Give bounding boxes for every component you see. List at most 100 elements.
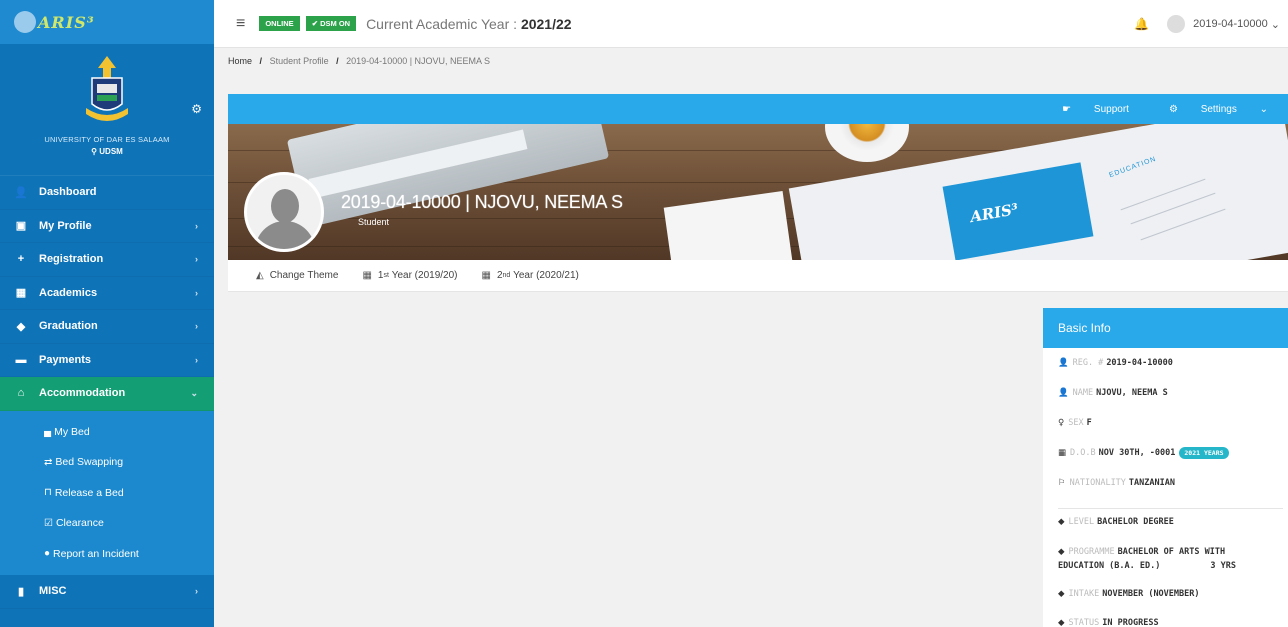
- chevron-right-icon: ›: [195, 354, 198, 365]
- info-key: SEX: [1068, 418, 1084, 428]
- submenu-item-label: Report an Incident: [53, 547, 139, 560]
- info-key: PROGRAMME: [1068, 547, 1115, 557]
- submenu-item-release-bed[interactable]: ⊓ Release a Bed: [0, 478, 214, 509]
- breadcrumb-section[interactable]: Student Profile: [270, 56, 329, 66]
- logo-mark-icon: [14, 11, 36, 33]
- info-value: 3 YRS: [1210, 561, 1236, 571]
- clipboard-check-icon: ☑: [44, 517, 53, 529]
- accommodation-submenu: ▄ My Bed ⇄ Bed Swapping ⊓ Release a Bed …: [0, 410, 214, 575]
- info-value: IN PROGRESS: [1102, 618, 1159, 627]
- breadcrumb-separator: /: [336, 56, 339, 66]
- topbar: ≡ ONLINE ✔ DSM ON Current Academic Year …: [214, 0, 1288, 48]
- sidebar-item-misc[interactable]: ▮ MISC ›: [0, 575, 214, 609]
- plus-icon: +: [17, 253, 25, 266]
- breadcrumb-separator: /: [259, 56, 263, 66]
- sidebar-item-academics[interactable]: ▦ Academics ›: [0, 277, 214, 310]
- online-badge: ONLINE: [259, 16, 300, 31]
- notification-bell-icon[interactable]: 🔔: [1134, 17, 1149, 31]
- info-row-intake: ◆ INTAKE NOVEMBER (NOVEMBER): [1058, 589, 1200, 599]
- settings-label: Settings: [1200, 103, 1237, 115]
- info-key: NAME: [1072, 388, 1094, 398]
- bag-icon: ▮: [17, 585, 25, 598]
- chevron-right-icon: ›: [195, 287, 198, 298]
- breadcrumb-home[interactable]: Home: [228, 56, 252, 66]
- book-icon: ▦: [15, 287, 27, 300]
- tab-first-year[interactable]: ▦ 1st Year (2019/20): [362, 270, 457, 281]
- chevron-right-icon: ›: [195, 321, 198, 332]
- submenu-item-bed-swapping[interactable]: ⇄ Bed Swapping: [0, 447, 214, 478]
- chevron-down-icon: ⌄: [1256, 103, 1268, 115]
- bed-icon: ▄: [44, 426, 52, 438]
- dsm-badge-label: DSM ON: [320, 19, 351, 28]
- info-row-nationality: ⚐ NATIONALITY TANZANIAN: [1058, 478, 1175, 488]
- info-value: TANZANIAN: [1128, 478, 1175, 488]
- tab-label: Change Theme: [269, 270, 339, 281]
- calendar-icon: ▦: [1058, 448, 1067, 458]
- avatar-head: [271, 189, 299, 223]
- gear-icon[interactable]: ⚙: [191, 102, 202, 116]
- academic-year-value: 2021/22: [520, 15, 572, 32]
- tab-second-year[interactable]: ▦ 2nd Year (2020/21): [482, 270, 579, 281]
- sidebar-item-my-profile[interactable]: ▣ My Profile ›: [0, 210, 214, 243]
- comment-alert-icon: ●: [44, 548, 51, 560]
- sidebar-item-label: Graduation: [39, 320, 98, 333]
- info-value: BACHELOR DEGREE: [1097, 517, 1174, 527]
- sidebar-item-label: Accommodation: [39, 387, 126, 400]
- graduation-cap-icon: ◆: [1058, 589, 1065, 599]
- user-menu[interactable]: 🔔 2019-04-10000 ⌄: [1134, 0, 1280, 48]
- username[interactable]: 2019-04-10000: [1193, 18, 1268, 30]
- academic-year-label: Current Academic Year :: [366, 15, 518, 32]
- submenu-item-report-incident[interactable]: ● Report an Incident: [0, 539, 214, 570]
- info-row-programme: ◆ PROGRAMME BACHELOR OF ARTS WITH: [1058, 547, 1225, 557]
- tab-year-suffix: nd: [502, 272, 511, 279]
- logo-bar[interactable]: ARIS³: [0, 0, 214, 44]
- female-icon: ♀: [1058, 418, 1065, 428]
- basic-info-title: Basic Info: [1043, 308, 1288, 348]
- sidebar: ARIS³ ⚙ UNIVERSITY OF DAR ES SALAAM ⚲ UD…: [0, 0, 214, 627]
- unlock-icon: ⊓: [44, 487, 52, 499]
- user-icon: 👤: [14, 186, 28, 199]
- submenu-item-my-bed[interactable]: ▄ My Bed: [0, 417, 214, 448]
- info-row-name: 👤 NAME NJOVU, NEEMA S: [1058, 388, 1168, 398]
- info-value: EDUCATION (B.A. ED.): [1058, 561, 1161, 571]
- tab-change-theme[interactable]: ◭ Change Theme: [256, 270, 338, 281]
- submenu-item-clearance[interactable]: ☑ Clearance: [0, 508, 214, 539]
- money-icon: ▬: [15, 353, 27, 366]
- graduation-cap-icon: ◆: [1058, 618, 1065, 627]
- info-value: BACHELOR OF ARTS WITH: [1117, 547, 1226, 557]
- support-link[interactable]: ☛ Support: [1042, 104, 1129, 115]
- settings-menu[interactable]: ⚙ Settings ⌄: [1149, 104, 1268, 115]
- profile-photo[interactable]: [244, 172, 324, 252]
- sidebar-item-label: Academics: [39, 286, 98, 299]
- sidebar-item-payments[interactable]: ▬ Payments ›: [0, 344, 214, 377]
- profile-cover: ARIS³ EDUCATION 2019-04-10000 | NJOVU, N…: [228, 124, 1288, 260]
- info-key: D.O.B: [1070, 448, 1096, 458]
- menu-toggle-icon[interactable]: ≡: [236, 15, 245, 33]
- sidebar-item-dashboard[interactable]: 👤 Dashboard: [0, 176, 214, 210]
- info-value: 2019-04-10000: [1106, 358, 1173, 368]
- sidebar-item-registration[interactable]: + Registration ›: [0, 243, 214, 277]
- info-value: NOVEMBER (NOVEMBER): [1102, 589, 1200, 599]
- submenu-item-label: My Bed: [54, 425, 90, 438]
- app-logo-text: ARIS³: [38, 12, 95, 32]
- info-value: NOV 30TH, -0001: [1098, 448, 1176, 458]
- info-key: LEVEL: [1068, 517, 1095, 527]
- user-icon: 👤: [1058, 388, 1069, 398]
- submenu-item-label: Release a Bed: [54, 486, 124, 499]
- profile-name: 2019-04-10000 | NJOVU, NEEMA S: [341, 192, 623, 212]
- sidebar-item-graduation[interactable]: ◆ Graduation ›: [0, 310, 214, 344]
- sidebar-item-label: Payments: [39, 353, 91, 366]
- chevron-down-icon[interactable]: ⌄: [1268, 18, 1280, 31]
- university-name: UNIVERSITY OF DAR ES SALAAM: [44, 135, 170, 144]
- info-row-level: ◆ LEVEL BACHELOR DEGREE: [1058, 517, 1174, 527]
- info-key: REG. #: [1072, 358, 1104, 368]
- avatar[interactable]: [1167, 15, 1186, 33]
- submenu-item-label: Bed Swapping: [55, 456, 124, 469]
- flag-icon: ⚐: [1058, 478, 1066, 488]
- university-panel: ⚙ UNIVERSITY OF DAR ES SALAAM ⚲ UDSM: [0, 44, 214, 176]
- dsm-badge: ✔ DSM ON: [305, 16, 357, 31]
- profile-card-icon: ▣: [15, 220, 27, 233]
- sidebar-item-accommodation[interactable]: ⌂ Accommodation ⌄: [0, 377, 214, 411]
- divider: [1058, 508, 1283, 509]
- support-label: Support: [1093, 103, 1129, 115]
